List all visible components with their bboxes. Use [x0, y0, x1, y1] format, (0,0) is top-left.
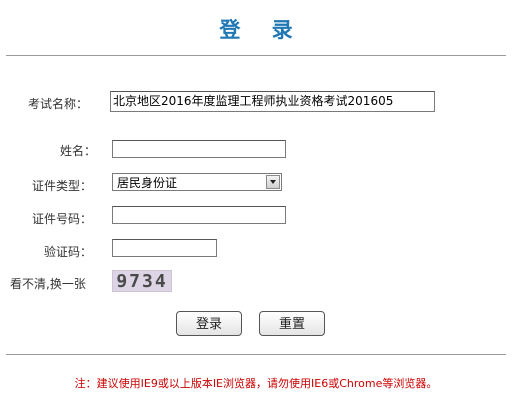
- id-type-select[interactable]: 居民身份证: [112, 173, 282, 191]
- reset-button[interactable]: 重置: [259, 311, 325, 336]
- captcha-label: 验证码：: [44, 245, 93, 259]
- id-type-value: 居民身份证: [117, 176, 178, 190]
- login-button[interactable]: 登录: [176, 311, 242, 336]
- exam-name-field: 北京地区2016年度监理工程师执业资格考试201605: [110, 91, 435, 112]
- id-type-label: 证件类型：: [32, 179, 93, 193]
- name-input[interactable]: [112, 140, 286, 158]
- refresh-captcha-link[interactable]: 看不清,换一张: [10, 275, 86, 292]
- chevron-down-icon[interactable]: [266, 175, 280, 189]
- top-divider: [6, 55, 506, 56]
- page-title: 登 录: [219, 18, 305, 42]
- id-number-label: 证件号码：: [32, 212, 93, 226]
- name-label: 姓名：: [60, 144, 97, 158]
- captcha-image[interactable]: 9734: [112, 270, 172, 292]
- captcha-input[interactable]: [112, 239, 217, 257]
- exam-name-label: 考试名称：: [28, 97, 89, 111]
- browser-note: 注：建议使用IE9或以上版本IE浏览器，请勿使用IE6或Chrome等浏览器。: [74, 377, 438, 390]
- bottom-divider: [6, 354, 506, 355]
- id-number-input[interactable]: [112, 206, 286, 224]
